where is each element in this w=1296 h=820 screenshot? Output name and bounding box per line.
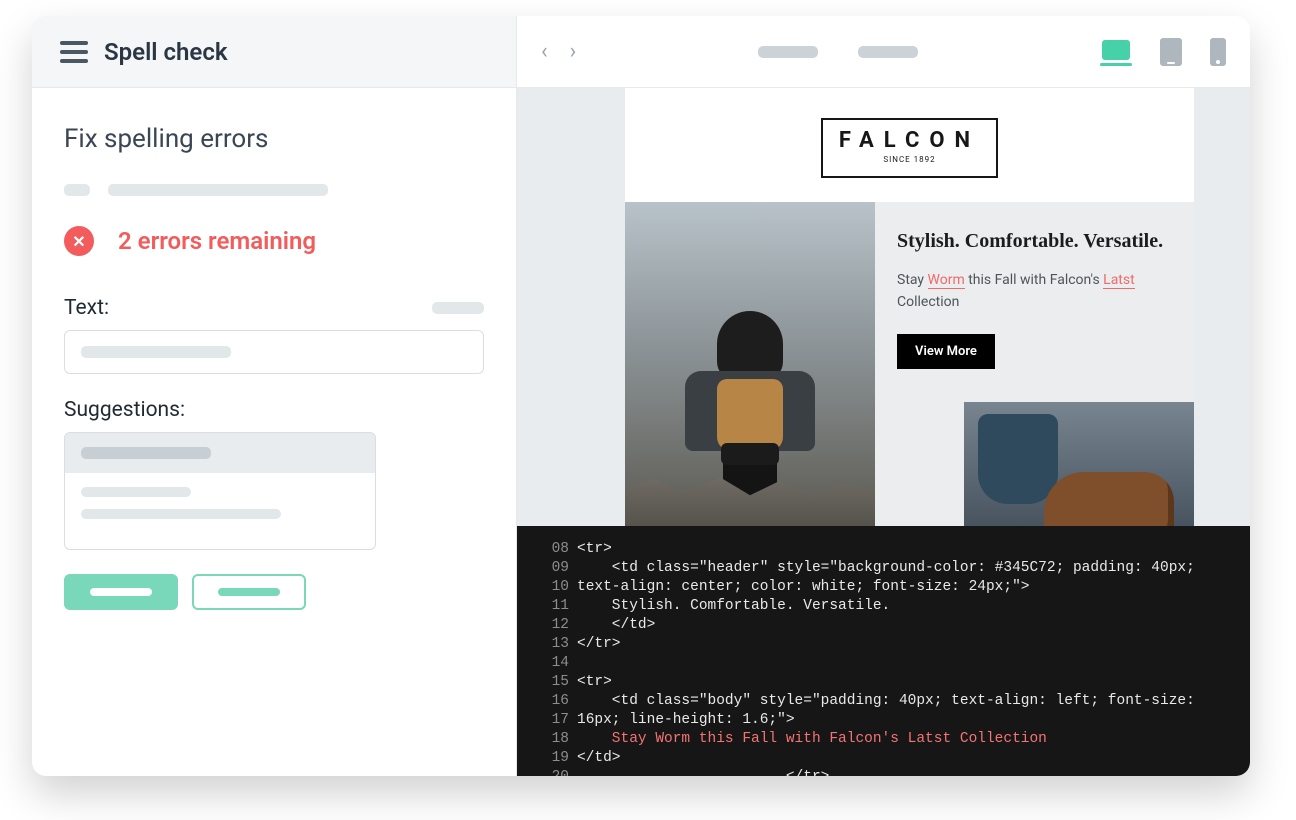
brand-logo: FALCON SINCE 1892 bbox=[821, 118, 998, 178]
hero-content: Stylish. Comfortable. Versatile. Stay Wo… bbox=[875, 202, 1194, 542]
hero-headline: Stylish. Comfortable. Versatile. bbox=[897, 228, 1172, 255]
hero-section: Stylish. Comfortable. Versatile. Stay Wo… bbox=[625, 202, 1194, 542]
code-gutter: 08091011121314151617181920 bbox=[517, 540, 577, 776]
panel-heading: Fix spelling errors bbox=[64, 124, 484, 154]
spelling-error-1[interactable]: Worm bbox=[928, 272, 965, 289]
secondary-button[interactable] bbox=[192, 574, 306, 610]
error-count: 2 errors remaining bbox=[118, 227, 316, 255]
action-buttons bbox=[64, 574, 484, 610]
error-status: ✕ 2 errors remaining bbox=[64, 226, 484, 256]
nav-arrows: ‹ › bbox=[541, 39, 576, 64]
panel-body: Fix spelling errors ✕ 2 errors remaining… bbox=[32, 88, 516, 776]
placeholder-row bbox=[64, 184, 484, 196]
text-field-label: Text: bbox=[64, 296, 484, 320]
hero-image bbox=[625, 202, 875, 542]
cta-button[interactable]: View More bbox=[897, 334, 995, 369]
code-panel: 08091011121314151617181920 <tr> <td clas… bbox=[517, 526, 1250, 776]
text-label-text: Text: bbox=[64, 296, 109, 320]
suggestions-body bbox=[65, 473, 375, 549]
spelling-error-2[interactable]: Latst bbox=[1103, 272, 1135, 289]
device-desktop-icon[interactable] bbox=[1100, 40, 1132, 66]
suggestions-box[interactable] bbox=[64, 432, 376, 550]
code-content[interactable]: <tr> <td class="header" style="backgroun… bbox=[577, 540, 1250, 776]
app-window: Spell check Fix spelling errors ✕ 2 erro… bbox=[32, 16, 1250, 776]
brand-header: FALCON SINCE 1892 bbox=[625, 88, 1194, 202]
spellcheck-panel: Spell check Fix spelling errors ✕ 2 erro… bbox=[32, 16, 517, 776]
suggestions-label: Suggestions: bbox=[64, 398, 484, 422]
error-icon: ✕ bbox=[64, 226, 94, 256]
brand-name: FALCON bbox=[839, 128, 980, 153]
device-switcher bbox=[1100, 38, 1226, 66]
suggestions-header bbox=[65, 433, 375, 473]
toolbar-center bbox=[576, 46, 1100, 58]
hero-copy: Stay Worm this Fall with Falcon's Latst … bbox=[897, 269, 1172, 314]
preview-panel: ‹ › FALCON SINCE 1892 bbox=[517, 16, 1250, 776]
placeholder bbox=[108, 184, 328, 196]
placeholder bbox=[758, 46, 818, 58]
secondary-image bbox=[964, 402, 1194, 542]
preview-toolbar: ‹ › bbox=[517, 16, 1250, 88]
primary-button[interactable] bbox=[64, 574, 178, 610]
device-phone-icon[interactable] bbox=[1210, 38, 1226, 66]
nav-back-icon[interactable]: ‹ bbox=[541, 39, 548, 64]
panel-header: Spell check bbox=[32, 16, 516, 88]
placeholder bbox=[81, 346, 231, 358]
text-input[interactable] bbox=[64, 330, 484, 374]
panel-title: Spell check bbox=[104, 38, 228, 66]
copy-text: Stay bbox=[897, 272, 928, 288]
preview-viewport: FALCON SINCE 1892 Stylish. Com bbox=[517, 88, 1250, 776]
placeholder bbox=[858, 46, 918, 58]
brand-tagline: SINCE 1892 bbox=[839, 155, 980, 164]
placeholder bbox=[64, 184, 90, 196]
menu-icon[interactable] bbox=[60, 41, 88, 63]
nav-forward-icon[interactable]: › bbox=[570, 39, 577, 64]
placeholder bbox=[432, 302, 484, 314]
copy-text: Collection bbox=[897, 294, 959, 310]
hiker-illustration bbox=[685, 311, 815, 501]
copy-text: this Fall with Falcon's bbox=[965, 272, 1103, 288]
device-tablet-icon[interactable] bbox=[1160, 38, 1182, 66]
